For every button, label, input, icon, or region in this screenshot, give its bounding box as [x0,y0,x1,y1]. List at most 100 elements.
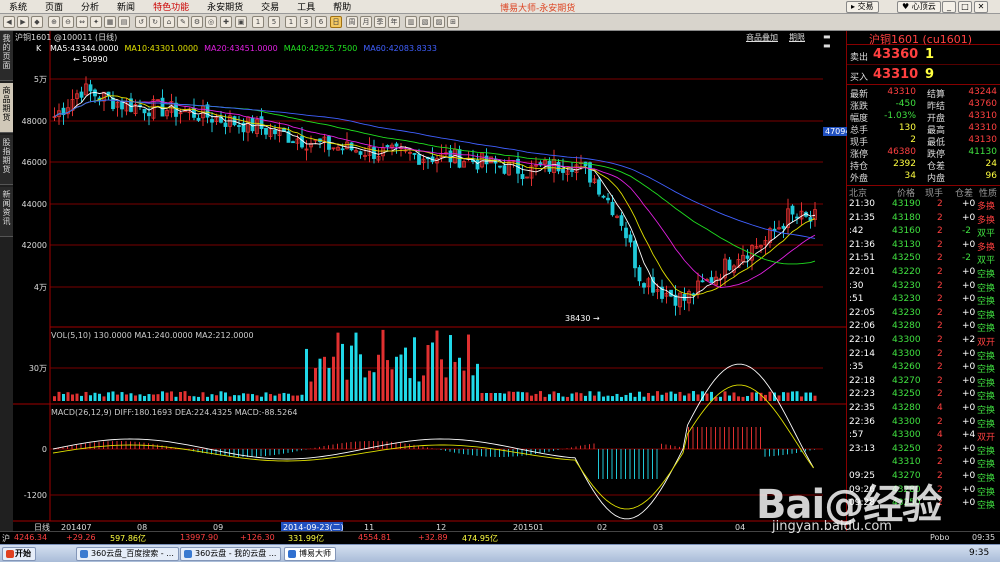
browser-icon [80,550,88,558]
tick-cell: 空换 [977,406,996,416]
side-tab[interactable]: 新 闻 资 讯 [0,187,13,237]
stat-value: 2392 [893,159,916,169]
heart-button[interactable]: ♥ 心顶云 [897,1,941,13]
side-tab[interactable]: 股 指 期 货 [0,135,13,185]
toolbar-button[interactable]: 5 [268,16,280,28]
toolbar-button[interactable]: ✎ [177,16,189,28]
toolbar-button[interactable]: ▶ [17,16,29,28]
chart-area[interactable]: 5万 48000 46000 44000 42000 4万 30万 0 -1200 日线 20140… [13,31,853,545]
menu-item[interactable]: 特色功能 [144,0,198,13]
menu-item[interactable]: 永安期货 [198,0,252,13]
toolbar-button[interactable]: ▤ [118,16,130,28]
toolbar: ◀ ▶ ◆ ⊕ ⊖ ⇔ ✦ ▦ ▤ ↺ ↻ ⌂ ✎ ⚙ ◎ ✚ ▣ 1 5 1 3 6 日周月季年 ▥ ▧ ▨ ⊞ [0,14,1000,31]
toolbar-button[interactable]: 周 [346,16,358,28]
toolbar-button[interactable]: ◆ [31,16,43,28]
volume-bar [111,391,115,401]
tick-cell: 43300 [892,430,921,441]
toolbar-button[interactable]: ↺ [135,16,147,28]
volume-bar [692,391,695,401]
toolbar-button[interactable]: ⚙ [191,16,203,28]
close-button[interactable]: ✕ [974,1,988,13]
tick-row: 21:30 43190 2 +0 多换 [847,199,1000,212]
menu-item[interactable]: 帮助 [324,0,360,13]
stat-row: 最新 43310 结算 43244 [847,87,1000,100]
tick-cell: 2 [937,307,943,318]
toolbar-button[interactable]: ⊕ [48,16,60,28]
tick-cell: 21:51 [849,253,875,264]
toolbar-button[interactable]: ⊖ [62,16,74,28]
candle-body [264,127,268,135]
candle-body [210,119,214,123]
tick-cell: +0 [962,457,976,468]
tick-cell: 2 [937,443,943,454]
volume-bar [116,394,119,401]
menu-item[interactable]: 页面 [36,0,72,13]
toolbar-button[interactable]: ⇔ [76,16,88,28]
volume-bar [206,396,209,401]
tick-cell: 43270 [892,375,921,386]
toolbar-button[interactable]: ▣ [235,16,247,28]
sell-row: 卖出 43360 1 [847,47,1000,65]
volume-bar [422,375,425,401]
toolbar-button[interactable]: ▧ [419,16,431,28]
volume-bar [192,396,196,401]
toolbar-button[interactable]: ▨ [433,16,445,28]
toolbar-button[interactable]: ▦ [104,16,116,28]
menu-item[interactable]: 工具 [288,0,324,13]
menu-item[interactable]: 交易 [252,0,288,13]
volume-bar [786,392,790,401]
side-tab[interactable]: 商 品 期 货 [0,83,13,133]
toolbar-button[interactable]: 1 [285,16,297,28]
toolbar-button[interactable]: ▥ [405,16,417,28]
toolbar-button[interactable]: 6 [315,16,327,28]
tick-cell: +0 [962,239,976,250]
toolbar-button[interactable]: 1 [252,16,264,28]
volume-bar [768,391,772,401]
volume-bar [179,392,182,401]
watermark-url: jingyan.baidu.com [772,519,892,534]
toolbar-button[interactable]: ↻ [149,16,161,28]
task-item-1[interactable]: 360云盘 - 我的云盘 ... [180,547,282,561]
task-item-2[interactable]: 博易大师 [284,547,336,561]
task-item-0[interactable]: 360云盘_百度搜索 - ... [76,547,179,561]
volume-bar [399,354,403,401]
toolbar-button[interactable]: ◀ [3,16,15,28]
volume-bar [602,396,605,401]
maximize-button[interactable]: □ [958,1,972,13]
minimize-button[interactable]: _ [942,1,956,13]
volume-bar [552,391,556,401]
toolbar-button[interactable]: 月 [360,16,372,28]
toolbar-button[interactable]: 季 [374,16,386,28]
period-link[interactable]: 期限 [789,32,805,43]
menu-item[interactable]: 系统 [0,0,36,13]
toolbar-button[interactable]: ◎ [205,16,217,28]
volume-bar [233,395,236,401]
expand-icon[interactable]: ▬ [823,32,831,41]
toolbar-button[interactable]: 3 [300,16,312,28]
start-button[interactable]: 开始 [2,547,36,561]
toolbar-button[interactable]: ⌂ [163,16,175,28]
toolbar-button[interactable]: ⊞ [447,16,459,28]
tick-cell: 43230 [892,280,921,291]
tick-cell: 空换 [977,351,996,362]
candle-body [601,195,606,198]
tick-row: 22:18 43270 2 +0 空换 [847,375,1000,389]
collapse-icon[interactable]: ▬ [823,41,831,50]
tick-cell: +0 [962,212,976,223]
volume-bar [503,393,506,401]
status-brand: Pobo [930,533,950,542]
toolbar-button[interactable]: ✦ [90,16,102,28]
toolbar-button[interactable]: 年 [388,16,400,28]
menu-item[interactable]: 分析 [72,0,108,13]
toolbar-button[interactable]: 日 [330,16,342,28]
menu-item[interactable]: 新闻 [108,0,144,13]
overlay-link[interactable]: 商品叠加 [746,32,778,43]
trade-button[interactable]: ▸ 交易 [846,1,879,13]
stat-value: 43760 [968,99,997,109]
toolbar-button[interactable]: ✚ [220,16,232,28]
tick-cell: +0 [962,199,976,209]
tick-cell: 2 [937,321,943,332]
volume-bar [557,393,560,401]
side-tab[interactable]: 我 的 页 面 [0,31,13,81]
candle-body [597,179,601,195]
